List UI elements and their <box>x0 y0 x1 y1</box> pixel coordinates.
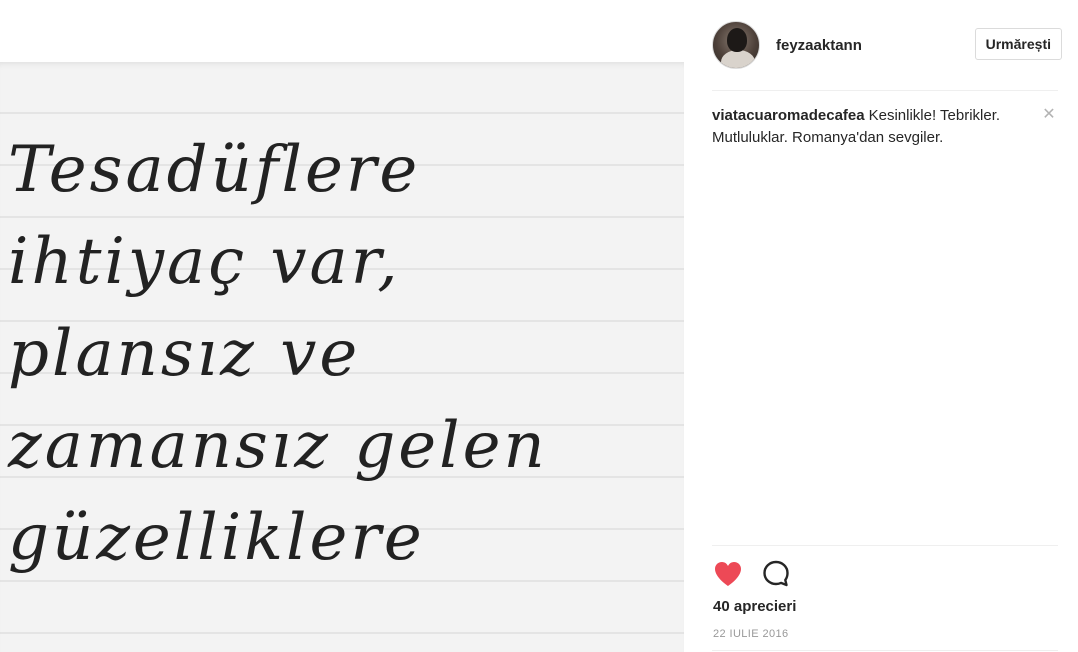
quote-line-5: güzelliklere <box>8 501 425 575</box>
heart-filled-icon[interactable] <box>712 558 744 590</box>
action-bar <box>712 558 792 590</box>
header-divider <box>712 90 1058 91</box>
speech-bubble-icon-svg <box>763 560 789 587</box>
post-image[interactable]: Tesadüflere ihtiyaç var, plansız ve zama… <box>0 0 684 652</box>
heart-filled-icon-svg <box>715 562 741 586</box>
quote-line-2: ihtiyaç var, <box>8 225 401 299</box>
handwritten-quote: Tesadüflere ihtiyaç var, plansız ve zama… <box>8 124 678 584</box>
following-button[interactable]: Urmărești <box>974 28 1062 60</box>
quote-line-3: plansız ve <box>8 317 361 391</box>
comment-username-link[interactable]: viatacuaromadecafea <box>712 107 865 124</box>
speech-bubble-icon[interactable] <box>760 558 792 590</box>
post-side-panel: feyzaaktann Urmărești viatacuaromadecafe… <box>684 0 1078 652</box>
instagram-post: Tesadüflere ihtiyaç var, plansız ve zama… <box>0 0 1078 652</box>
likes-count[interactable]: 40 aprecieri <box>713 598 796 615</box>
quote-line-4: zamansız gelen <box>8 409 548 483</box>
avatar[interactable] <box>712 21 760 69</box>
close-icon[interactable]: ✕ <box>1040 106 1058 124</box>
post-date[interactable]: 22 IULIE 2016 <box>713 628 789 640</box>
quote-line-1: Tesadüflere <box>8 133 421 207</box>
footer-divider <box>712 650 1058 651</box>
post-header: feyzaaktann Urmărești <box>712 18 1062 72</box>
actions-divider <box>712 545 1058 546</box>
comment-item: viatacuaromadecafea Kesinlikle! Tebrikler… <box>712 105 1042 149</box>
